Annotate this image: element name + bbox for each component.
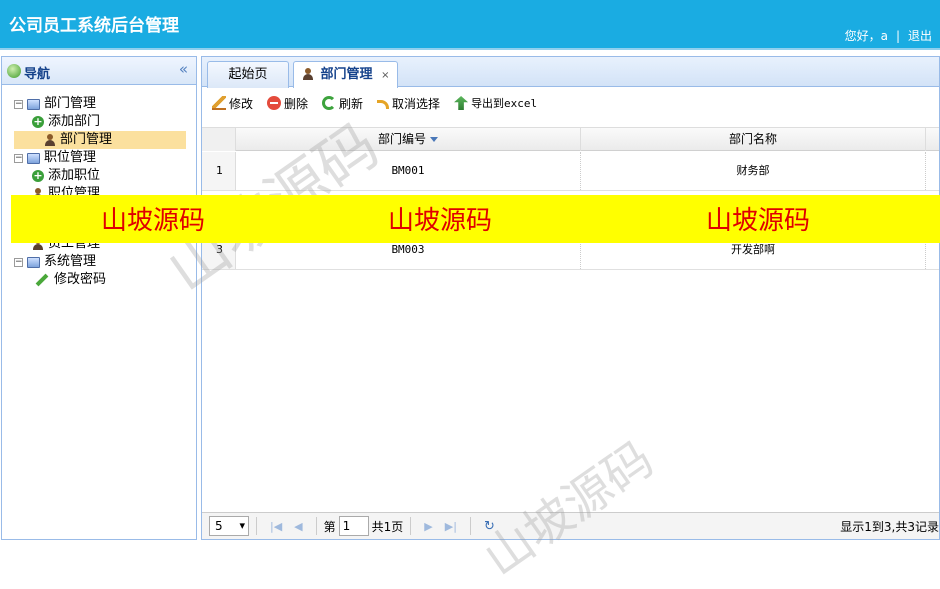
prev-page-icon[interactable]: ◀: [294, 520, 302, 533]
page-number-input[interactable]: 1: [338, 516, 369, 536]
edit-label: 修改: [229, 96, 254, 111]
monitor-icon: [27, 152, 40, 164]
tab-label: 起始页: [228, 67, 268, 82]
collapse-toggle-icon[interactable]: −: [14, 99, 23, 109]
sidebar-header: 导航 «: [2, 57, 196, 85]
pagination-bar: 5 |◀ ◀ 第 1 共1页 ▶ ▶| ↻ 显示1到3,共3记录: [202, 512, 939, 539]
divider: [410, 517, 412, 535]
table-row[interactable]: 1 BM001 财务部: [202, 152, 939, 191]
grid-header: 部门编号 部门名称: [202, 127, 939, 151]
edit-icon: [212, 96, 226, 110]
cell-name: 财务部: [581, 152, 926, 190]
app-title: 公司员工系统后台管理: [9, 16, 179, 36]
tree-group-position[interactable]: − 职位管理: [14, 149, 96, 167]
delete-icon: [267, 96, 282, 110]
column-header-name[interactable]: 部门名称: [581, 128, 926, 151]
first-page-icon[interactable]: |◀: [270, 520, 282, 533]
cancel-select-label: 取消选择: [392, 96, 441, 111]
export-button[interactable]: 导出到excel: [454, 95, 537, 111]
collapse-toggle-icon[interactable]: −: [14, 153, 23, 163]
watermark-text: 山坡源码: [388, 206, 493, 236]
undo-icon: [377, 100, 390, 109]
next-page-icon[interactable]: ▶: [424, 520, 432, 533]
main-panel: 起始页 部门管理 × 修改 删除 刷新 取消选择 导出到excel 部门编号 部…: [201, 56, 940, 540]
monitor-icon: [27, 256, 40, 268]
user-icon: [302, 68, 314, 80]
refresh-label: 刷新: [339, 96, 364, 111]
row-number-header: [202, 128, 236, 151]
tree-item-add-position[interactable]: + 添加职位: [32, 167, 100, 185]
collapse-toggle-icon[interactable]: −: [14, 257, 23, 267]
tree-item-change-password[interactable]: 修改密码: [32, 271, 106, 289]
tree-item-add-department[interactable]: + 添加部门: [32, 113, 100, 131]
collapse-icon[interactable]: «: [179, 60, 188, 78]
sort-desc-icon: [430, 137, 438, 142]
toolbar: 修改 删除 刷新 取消选择 导出到excel: [202, 88, 939, 118]
sidebar-title: 导航: [24, 67, 51, 82]
watermark-text: 山坡源码: [706, 206, 811, 236]
tab-department[interactable]: 部门管理 ×: [293, 61, 399, 88]
sidebar-panel: 导航 « − 部门管理 + 添加部门 部门管理 − 职位管理 + 添加职位 职位…: [1, 56, 197, 540]
pencil-icon: [35, 273, 49, 287]
refresh-button[interactable]: 刷新: [322, 95, 363, 112]
greeting-text: 您好，a: [844, 29, 888, 43]
delete-label: 删除: [284, 96, 309, 111]
user-icon: [44, 134, 56, 146]
tree-item-label: 添加职位: [48, 168, 101, 183]
column-header-label: 部门编号: [377, 132, 426, 146]
row-number: 1: [202, 152, 236, 190]
cell-code: BM001: [236, 152, 581, 190]
export-label: 导出到excel: [471, 97, 538, 110]
page-prefix: 第: [323, 519, 336, 534]
delete-button[interactable]: 删除: [267, 95, 308, 112]
last-page-icon[interactable]: ▶|: [445, 520, 457, 533]
tree-item-label: 部门管理: [44, 96, 97, 111]
page-size-select[interactable]: 5: [209, 516, 249, 536]
export-icon: [454, 96, 469, 110]
tab-strip: 起始页 部门管理 ×: [202, 57, 939, 88]
user-area: 您好，a | 退出: [845, 27, 932, 44]
add-icon: +: [32, 115, 44, 128]
monitor-icon: [27, 98, 40, 110]
refresh-icon: [322, 96, 337, 110]
logout-link[interactable]: 退出: [908, 27, 932, 44]
tree-item-department-manage[interactable]: 部门管理: [14, 131, 186, 149]
tree-item-label: 系统管理: [44, 254, 97, 269]
divider: [315, 517, 317, 535]
app-header: 公司员工系统后台管理 您好，a | 退出: [0, 0, 940, 50]
page-total: 共1页: [371, 519, 404, 534]
edit-button[interactable]: 修改: [212, 95, 253, 112]
tab-home[interactable]: 起始页: [207, 61, 289, 88]
tree-item-label: 职位管理: [44, 150, 97, 165]
header-separator: |: [895, 28, 900, 43]
tree-item-label: 修改密码: [54, 272, 107, 287]
cancel-select-button[interactable]: 取消选择: [377, 95, 440, 112]
tree-group-system[interactable]: − 系统管理: [14, 253, 96, 271]
add-icon: +: [32, 169, 44, 182]
tree-group-department[interactable]: − 部门管理: [14, 95, 96, 113]
watermark-banner: 山坡源码 山坡源码 山坡源码: [11, 195, 940, 243]
divider: [256, 517, 257, 535]
globe-icon: [7, 64, 21, 78]
tree-item-label: 添加部门: [48, 114, 101, 129]
column-header-code[interactable]: 部门编号: [236, 128, 581, 151]
tab-label: 部门管理: [320, 67, 373, 82]
watermark-text: 山坡源码: [101, 206, 206, 236]
pagination-info: 显示1到3,共3记录: [840, 519, 939, 534]
close-icon[interactable]: ×: [381, 70, 389, 81]
divider: [469, 517, 471, 535]
tree-item-label: 部门管理: [60, 132, 113, 147]
reload-icon[interactable]: ↻: [484, 519, 495, 534]
column-header-label: 部门名称: [728, 132, 777, 146]
